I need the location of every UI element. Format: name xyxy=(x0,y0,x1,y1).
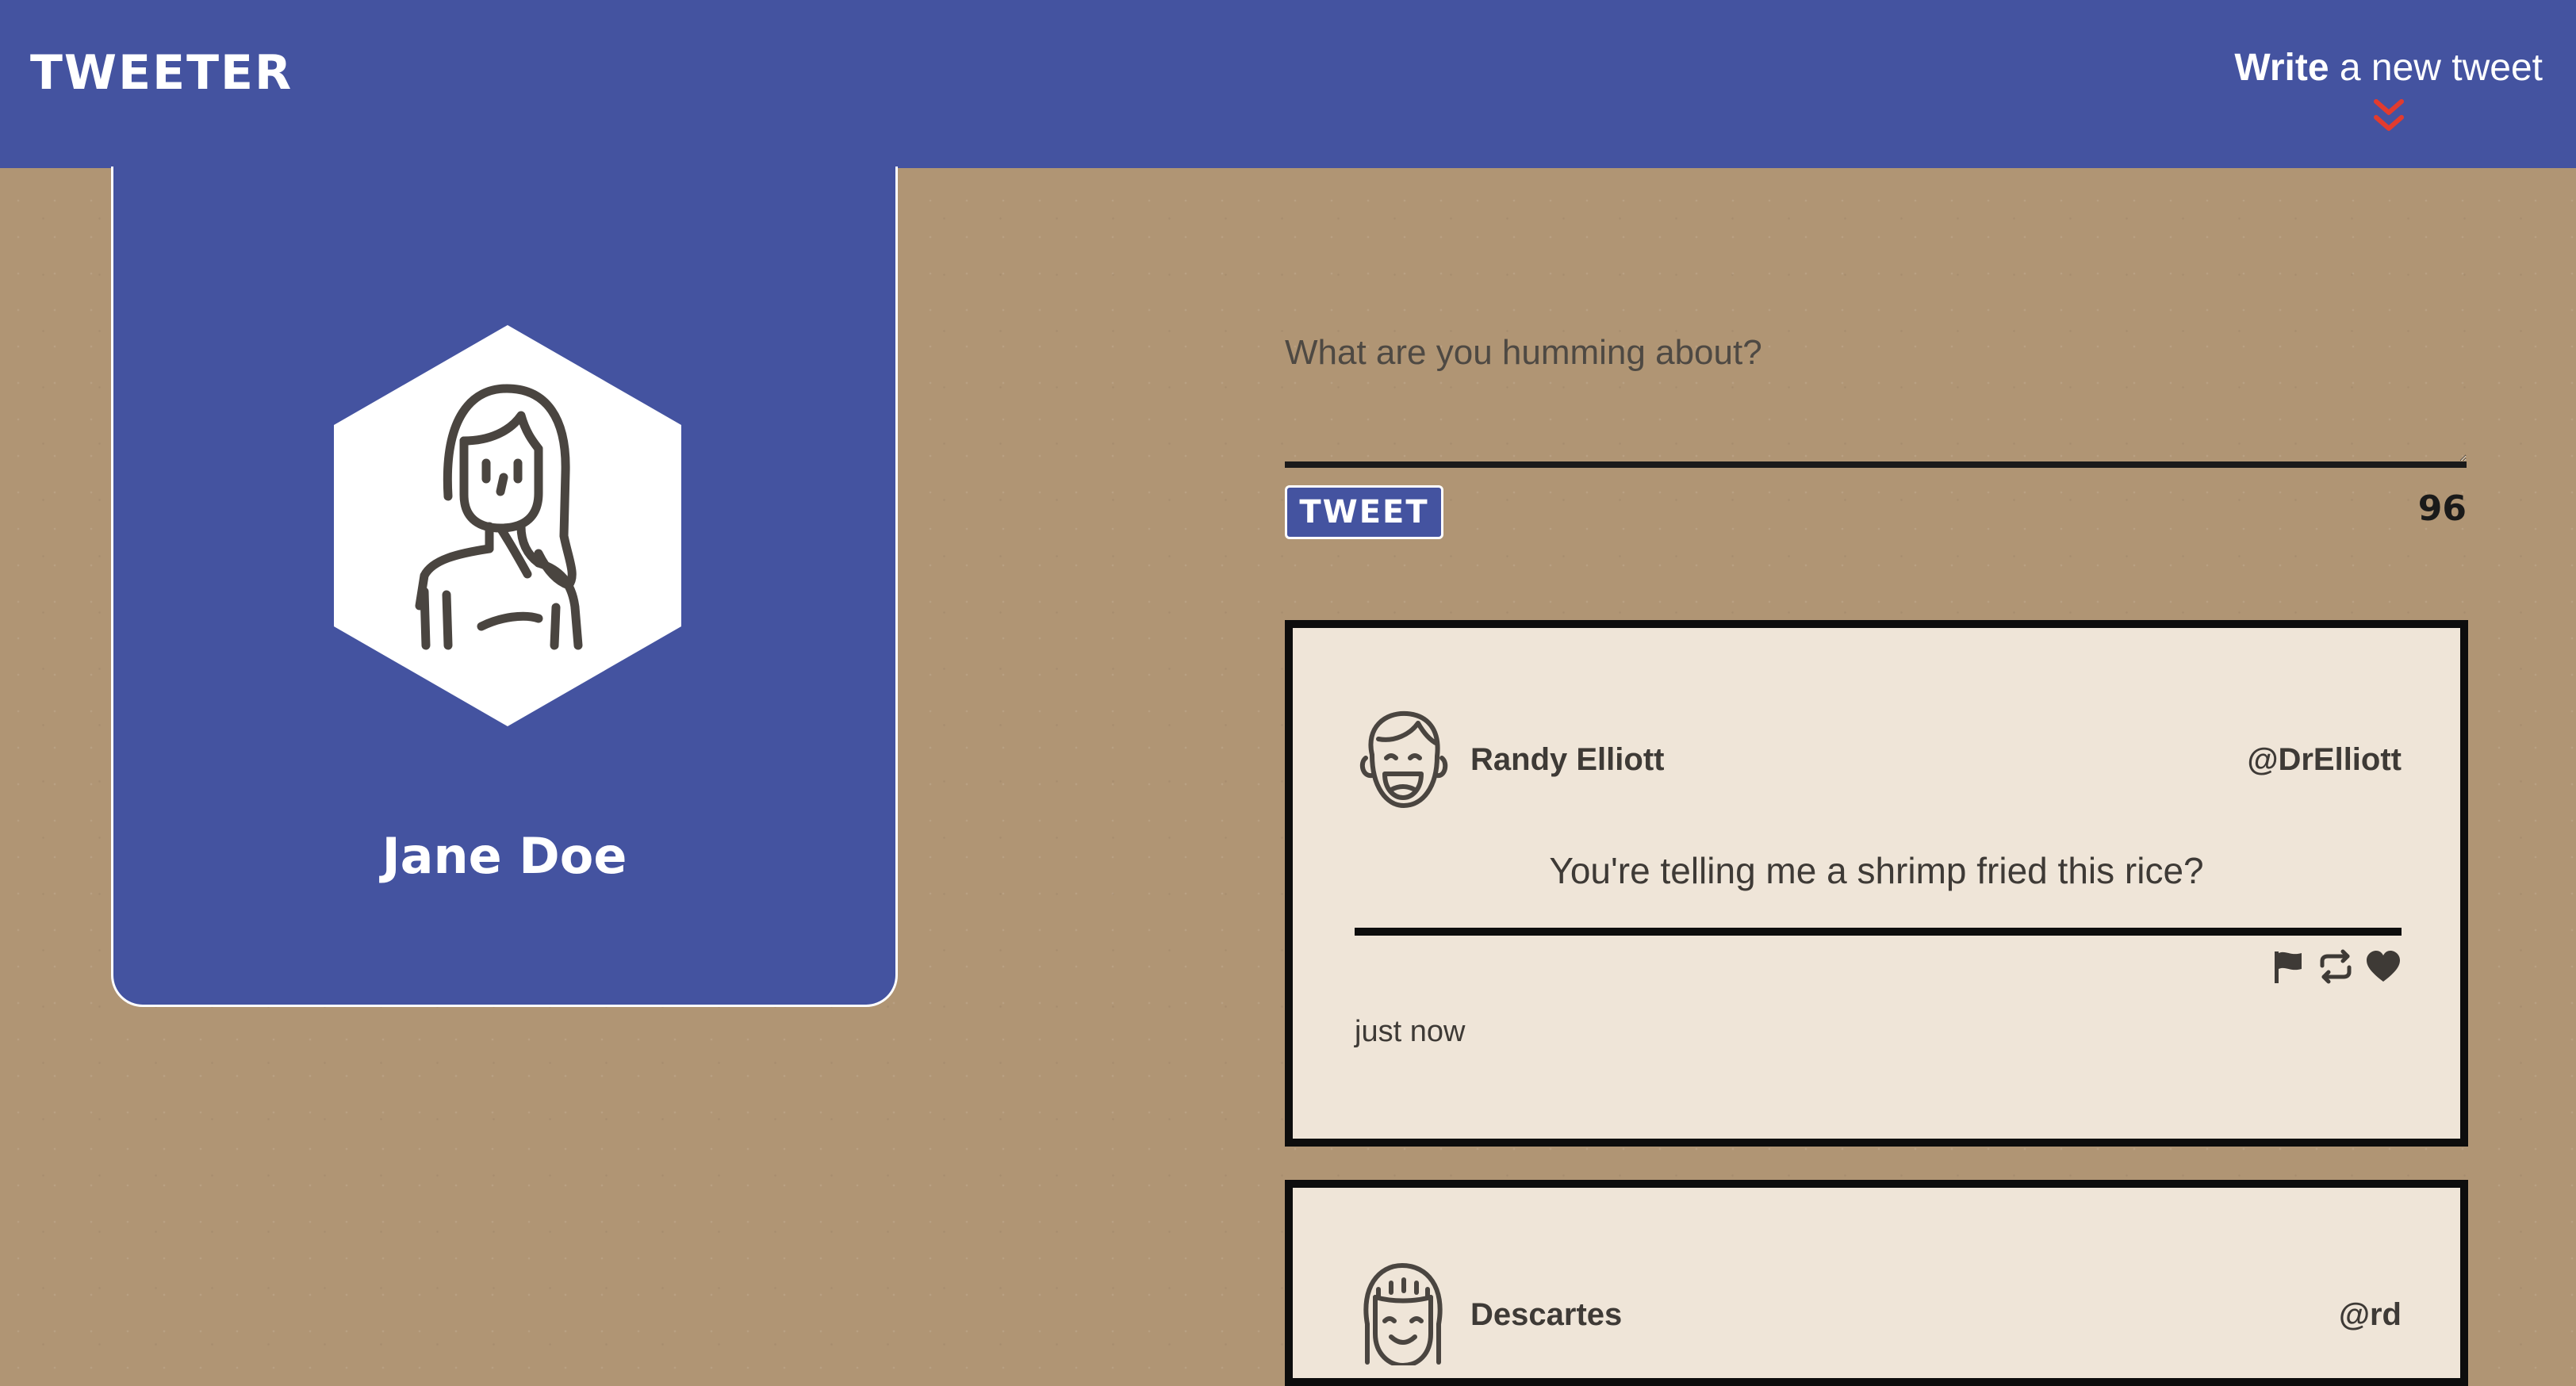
laughing-man-avatar-icon xyxy=(1359,710,1448,808)
double-chevron-down-icon[interactable] xyxy=(2371,97,2406,136)
flag-icon[interactable] xyxy=(2270,948,2306,985)
tweet-input[interactable] xyxy=(1285,317,2467,468)
heart-icon[interactable] xyxy=(2365,948,2402,985)
tweet-card: Randy Elliott @DrElliott You're telling … xyxy=(1285,620,2468,1147)
profile-card: Jane Doe xyxy=(111,167,898,1007)
write-label-bold: Write xyxy=(2234,47,2329,89)
write-new-tweet-toggle[interactable]: Write a new tweet xyxy=(2234,43,2543,136)
tweet-divider xyxy=(1355,928,2402,936)
tweet-card: Descartes @rd xyxy=(1285,1180,2468,1386)
write-new-tweet-label[interactable]: Write a new tweet xyxy=(2234,43,2543,94)
character-counter: 96 xyxy=(2417,488,2467,529)
tweet-author-name[interactable]: Descartes xyxy=(1470,1294,1622,1335)
tweet-content: You're telling me a shrimp fried this ri… xyxy=(1549,850,2204,891)
tweet-composer: TWEET 96 xyxy=(1285,317,2467,539)
tweet-author-name[interactable]: Randy Elliott xyxy=(1470,739,1664,780)
tweet-actions xyxy=(2270,948,2402,990)
woman-avatar-icon xyxy=(334,325,681,726)
tweet-timestamp: just now xyxy=(1355,1015,1466,1048)
tweet-author-handle[interactable]: @rd xyxy=(2339,1294,2402,1335)
smiling-avatar-icon xyxy=(1363,1263,1443,1365)
top-nav: TWEETER Write a new tweet xyxy=(0,0,2576,168)
tweet-submit-button[interactable]: TWEET xyxy=(1285,485,1443,539)
tweet-author-handle[interactable]: @DrElliott xyxy=(2247,739,2402,780)
write-label-rest: a new tweet xyxy=(2329,47,2543,89)
retweet-icon[interactable] xyxy=(2317,948,2354,985)
app-logo[interactable]: TWEETER xyxy=(30,41,293,105)
profile-name: Jane Doe xyxy=(381,827,627,885)
